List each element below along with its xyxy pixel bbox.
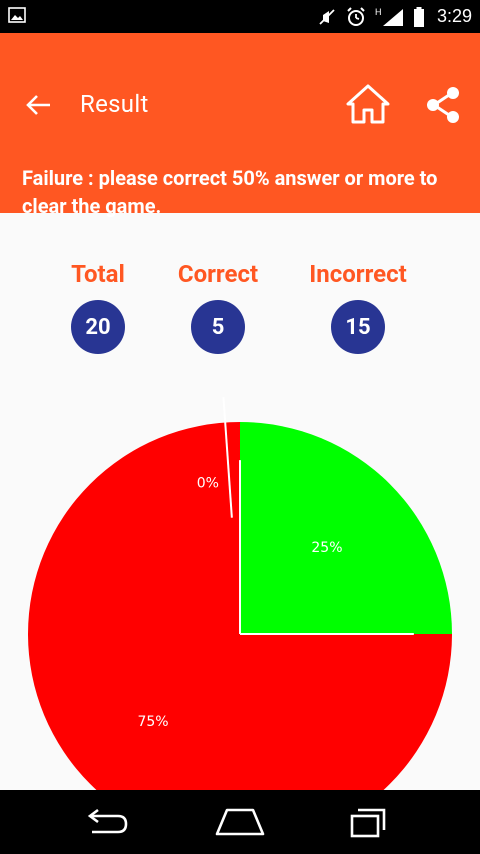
stat-incorrect: Incorrect 15 bbox=[296, 258, 420, 354]
alarm-icon bbox=[347, 6, 365, 26]
nav-home-icon[interactable] bbox=[212, 804, 268, 840]
home-icon[interactable] bbox=[345, 82, 391, 126]
pie-slice-0 bbox=[240, 422, 452, 634]
svg-text:H: H bbox=[375, 7, 382, 17]
stat-correct: Correct 5 bbox=[168, 258, 268, 354]
total-label: Total bbox=[71, 260, 125, 288]
pie-label-1: 75% bbox=[137, 714, 168, 730]
nav-back-icon[interactable] bbox=[78, 804, 134, 840]
status-right: H 3:29 bbox=[317, 0, 472, 33]
app-bar: Result Failure : please correct 50% answ… bbox=[0, 33, 480, 218]
incorrect-label: Incorrect bbox=[309, 260, 407, 288]
correct-label: Correct bbox=[177, 260, 259, 288]
gallery-icon bbox=[8, 7, 26, 23]
share-icon[interactable] bbox=[424, 85, 462, 125]
pie-label-0: 25% bbox=[311, 540, 342, 556]
pie-svg: 25% 75% 0% bbox=[28, 397, 452, 790]
result-pie-chart: 25% 75% 0% bbox=[0, 380, 480, 790]
mute-icon bbox=[319, 8, 335, 25]
back-arrow-icon[interactable] bbox=[22, 91, 54, 119]
status-bar: H 3:29 bbox=[0, 0, 480, 33]
stat-total: Total 20 bbox=[58, 258, 138, 354]
signal-icon: H bbox=[375, 7, 403, 26]
nav-bar bbox=[0, 790, 480, 854]
total-badge: 20 bbox=[71, 300, 125, 354]
correct-badge: 5 bbox=[191, 300, 245, 354]
pie-label-2: 0% bbox=[197, 476, 219, 492]
battery-icon bbox=[413, 6, 424, 27]
failure-message: Failure : please correct 50% answer or m… bbox=[22, 166, 438, 218]
page-title: Result bbox=[80, 90, 149, 118]
status-time: 3:29 bbox=[436, 6, 472, 26]
incorrect-badge: 15 bbox=[331, 300, 385, 354]
nav-recents-icon[interactable] bbox=[340, 804, 396, 840]
